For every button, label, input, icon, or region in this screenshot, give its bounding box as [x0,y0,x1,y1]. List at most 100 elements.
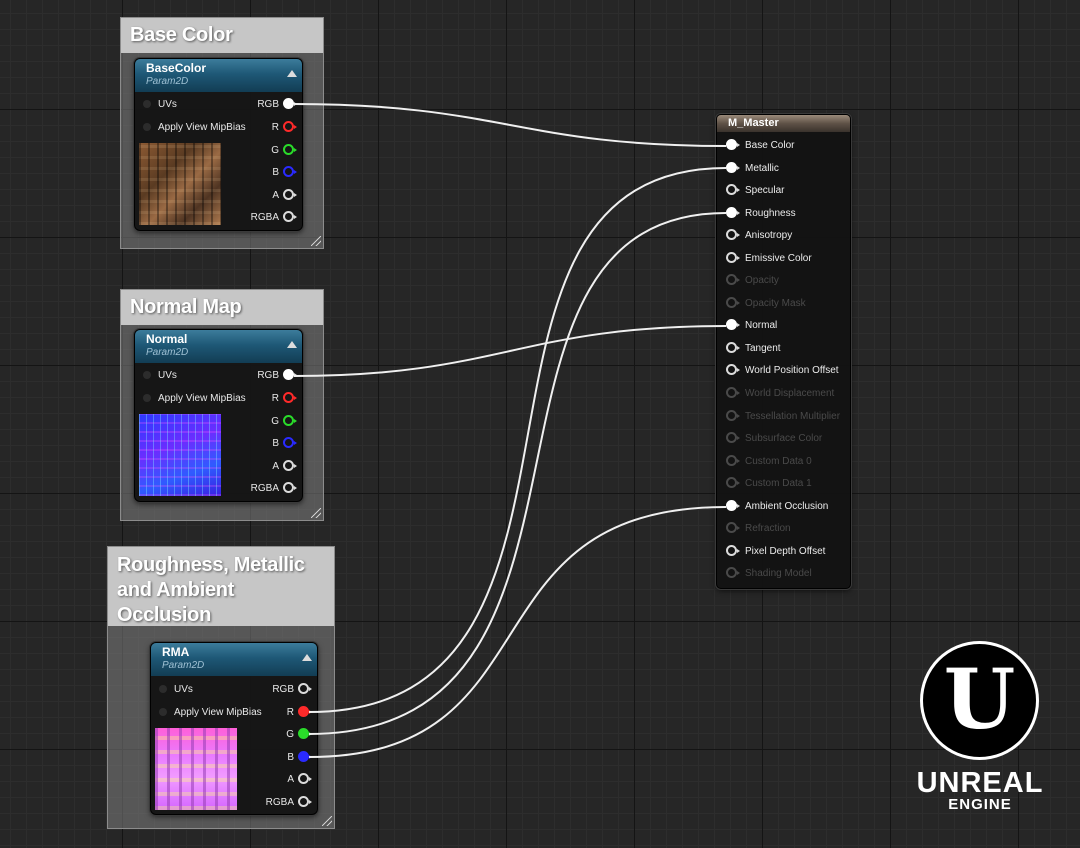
output-pin-icon[interactable] [298,728,312,739]
output-pin-icon[interactable] [298,773,312,784]
input-pin-icon[interactable] [159,708,167,716]
wire-rma-g-to-roughness[interactable] [308,212,727,735]
wire-normal-rgb-to-normal[interactable] [293,325,727,377]
input-pin-icon[interactable] [726,229,740,240]
collapse-arrow-icon[interactable] [287,70,297,77]
node-header[interactable]: RMA Param2D [151,643,317,676]
material-input-opacity: Opacity [726,273,779,289]
input-pin-icon [726,477,740,488]
output-pin-g[interactable]: G [271,143,297,159]
input-pin-icon[interactable] [726,252,740,263]
output-pin-rgb[interactable]: RGB [272,682,312,698]
input-pin-icon[interactable] [143,371,151,379]
output-pin-b[interactable]: B [287,750,312,766]
material-input-base-color[interactable]: Base Color [726,138,794,154]
material-input-ambient-occlusion[interactable]: Ambient Occlusion [726,499,828,515]
input-pin-uvs[interactable]: UVs [143,368,177,384]
input-pin-icon[interactable] [726,319,740,330]
input-pin-mipbias[interactable]: Apply View MipBias [159,705,262,721]
input-pin-icon[interactable] [726,545,740,556]
output-pin-icon[interactable] [298,683,312,694]
material-input-metallic[interactable]: Metallic [726,161,779,177]
material-input-tangent[interactable]: Tangent [726,341,781,357]
output-pin-a[interactable]: A [287,772,312,788]
collapse-arrow-icon[interactable] [302,654,312,661]
pin-label: Apply View MipBias [158,393,246,404]
resize-grip-icon[interactable] [311,508,321,518]
input-pin-icon[interactable] [143,123,151,131]
output-pin-rgb[interactable]: RGB [257,97,297,113]
output-pin-rgb[interactable]: RGB [257,368,297,384]
input-pin-mipbias[interactable]: Apply View MipBias [143,391,246,407]
input-pin-icon[interactable] [726,184,740,195]
input-pin-icon[interactable] [726,207,740,218]
wire-rma-b-to-ambient-occlusion[interactable] [308,506,727,758]
material-input-roughness[interactable]: Roughness [726,206,796,222]
output-pin-icon[interactable] [283,121,297,132]
output-pin-g[interactable]: G [271,414,297,430]
pin-label: Specular [745,185,785,196]
material-input-normal[interactable]: Normal [726,318,777,334]
pin-label: Custom Data 1 [745,478,812,489]
input-pin-uvs[interactable]: UVs [143,97,177,113]
output-pin-rgba[interactable]: RGBA [266,795,312,811]
wire-rma-r-to-metallic[interactable] [308,167,727,713]
input-pin-icon[interactable] [726,342,740,353]
output-pin-icon[interactable] [283,369,297,380]
material-input-pixel-depth-offset[interactable]: Pixel Depth Offset [726,544,825,560]
output-pin-a[interactable]: A [272,188,297,204]
output-pin-rgba[interactable]: RGBA [251,481,297,497]
input-pin-icon[interactable] [143,394,151,402]
input-pin-mipbias[interactable]: Apply View MipBias [143,120,246,136]
material-input-anisotropy[interactable]: Anisotropy [726,228,792,244]
texture-node-rma[interactable]: RMA Param2D UVs Apply View MipBias RGB R… [150,642,318,815]
input-pin-icon[interactable] [726,500,740,511]
output-pin-r[interactable]: R [272,120,297,136]
output-pin-icon[interactable] [283,166,297,177]
output-pin-r[interactable]: R [272,391,297,407]
pin-label: Normal [745,320,778,331]
comment-title[interactable]: Base Color [121,18,323,53]
input-pin-icon[interactable] [726,162,740,173]
output-pin-icon[interactable] [283,482,297,493]
output-pin-r[interactable]: R [287,705,312,721]
output-pin-icon[interactable] [283,189,297,200]
resize-grip-icon[interactable] [311,236,321,246]
pin-label: B [287,752,294,763]
resize-grip-icon[interactable] [322,816,332,826]
output-pin-icon[interactable] [283,392,297,403]
material-input-specular[interactable]: Specular [726,183,784,199]
comment-title[interactable]: Roughness, Metallic and Ambient Occlusio… [108,547,334,626]
comment-title[interactable]: Normal Map [121,290,323,325]
output-pin-g[interactable]: G [286,727,312,743]
output-pin-icon[interactable] [283,144,297,155]
input-pin-uvs[interactable]: UVs [159,682,193,698]
output-pin-icon[interactable] [298,706,312,717]
output-pin-icon[interactable] [283,211,297,222]
output-pin-a[interactable]: A [272,459,297,475]
collapse-arrow-icon[interactable] [287,341,297,348]
node-header[interactable]: Normal Param2D [135,330,302,363]
output-pin-b[interactable]: B [272,436,297,452]
node-header[interactable]: BaseColor Param2D [135,59,302,92]
texture-node-basecolor[interactable]: BaseColor Param2D UVs Apply View MipBias… [134,58,303,231]
input-pin-icon[interactable] [726,364,740,375]
material-input-emissive-color[interactable]: Emissive Color [726,251,812,267]
input-pin-icon[interactable] [159,685,167,693]
material-node-title[interactable]: M_Master [717,115,850,132]
output-pin-icon[interactable] [283,437,297,448]
output-pin-icon[interactable] [283,460,297,471]
input-pin-icon[interactable] [726,139,740,150]
output-pin-b[interactable]: B [272,165,297,181]
output-pin-icon[interactable] [298,751,312,762]
pin-label: Metallic [745,163,779,174]
material-result-node[interactable]: M_Master Base Color Metallic Specular Ro… [716,114,851,589]
input-pin-icon[interactable] [143,100,151,108]
output-pin-icon[interactable] [283,415,297,426]
output-pin-icon[interactable] [298,796,312,807]
texture-node-normal[interactable]: Normal Param2D UVs Apply View MipBias RG… [134,329,303,502]
output-pin-rgba[interactable]: RGBA [251,210,297,226]
output-pin-icon[interactable] [283,98,297,109]
material-input-world-position-offset[interactable]: World Position Offset [726,363,839,379]
wire-basecolor-rgb-to-base-color[interactable] [293,103,727,147]
